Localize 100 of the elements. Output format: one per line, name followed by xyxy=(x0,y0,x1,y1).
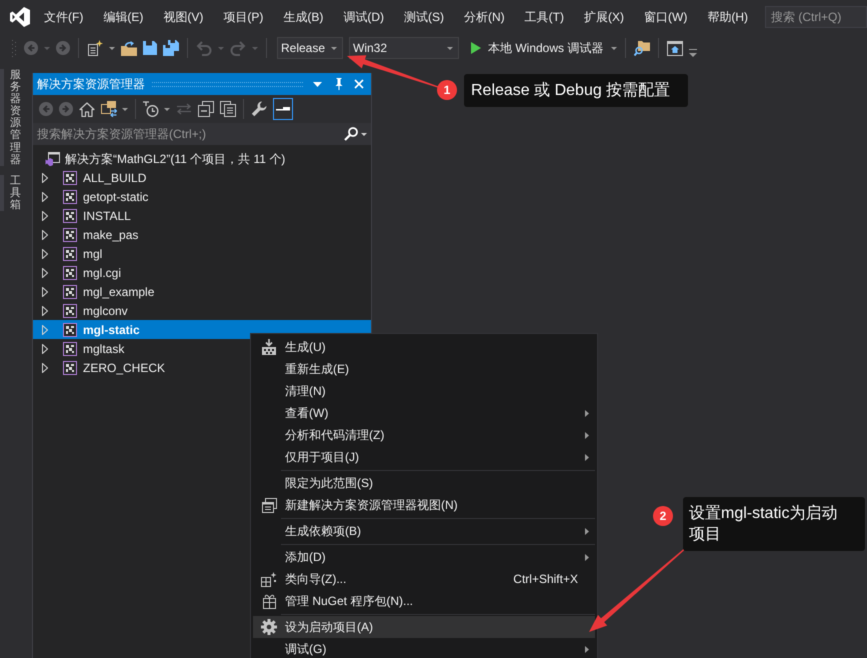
configuration-dropdown[interactable]: Release xyxy=(277,37,343,59)
project-icon xyxy=(63,228,77,242)
caret-icon xyxy=(361,132,367,136)
preview-toggle-icon[interactable] xyxy=(273,98,293,120)
caret-icon[interactable] xyxy=(109,46,115,50)
menu-item[interactable]: 重新生成(E) xyxy=(253,358,595,380)
menu-item[interactable]: 设为启动项目(A) xyxy=(253,616,595,638)
tree-item[interactable]: mglconv xyxy=(33,301,371,320)
menu-item[interactable]: 限定为此范围(S) xyxy=(253,472,595,494)
switch-views-icon[interactable] xyxy=(101,101,117,117)
clock-icon[interactable] xyxy=(143,101,159,117)
tree-item[interactable]: getopt-static xyxy=(33,187,371,206)
menu-item[interactable]: 生成(U) xyxy=(253,336,595,358)
wrench-icon[interactable] xyxy=(251,101,267,117)
menu-item[interactable]: 新建解决方案资源管理器视图(N) xyxy=(253,494,595,516)
expand-arrow-icon[interactable] xyxy=(42,306,48,316)
project-icon xyxy=(63,266,77,280)
tree-item[interactable]: ALL_BUILD xyxy=(33,168,371,187)
tree-item[interactable]: mgl xyxy=(33,244,371,263)
caret-icon xyxy=(611,46,618,50)
search-field[interactable]: 搜索解决方案资源管理器(Ctrl+;) xyxy=(33,123,342,145)
menu-item[interactable]: 生成(B) xyxy=(273,4,334,28)
project-icon xyxy=(63,246,77,260)
folder-search-icon[interactable] xyxy=(634,40,650,56)
menu-item[interactable]: 仅用于项目(J) xyxy=(253,446,595,468)
grid-sparkle-icon xyxy=(261,572,277,586)
step-number: 1 xyxy=(437,80,457,100)
menu-item[interactable]: 测试(S) xyxy=(394,4,454,28)
side-tab[interactable]: 工具箱 xyxy=(0,174,21,212)
menu-item[interactable]: 调试(D) xyxy=(333,4,394,28)
expand-arrow-icon[interactable] xyxy=(42,172,48,182)
menu-item[interactable]: 查看(W) xyxy=(253,402,595,424)
menu-item[interactable]: 调试(G) xyxy=(253,638,595,658)
project-icon xyxy=(63,342,77,356)
platform-dropdown[interactable]: Win32 xyxy=(349,37,459,59)
play-icon xyxy=(471,42,481,54)
tree-item[interactable]: 解决方案“MathGL2”(11 个项目，共 11 个) xyxy=(33,149,371,168)
menu-item[interactable]: 帮助(H) xyxy=(697,4,758,28)
project-icon xyxy=(63,284,77,298)
start-debugging-button[interactable]: 本地 Windows 调试器 xyxy=(465,37,618,59)
documents-icon[interactable] xyxy=(220,101,236,117)
project-icon xyxy=(63,304,77,318)
expand-arrow-icon[interactable] xyxy=(42,192,48,202)
collapse-all-icon[interactable] xyxy=(198,101,214,117)
menu-item[interactable]: 工具(T) xyxy=(514,4,574,28)
menu-item[interactable]: 文件(F) xyxy=(34,4,94,28)
close-icon[interactable] xyxy=(354,79,364,89)
expand-arrow-icon[interactable] xyxy=(42,268,48,278)
expand-arrow-icon[interactable] xyxy=(42,362,48,372)
window-icon[interactable] xyxy=(667,40,684,56)
menu-item[interactable]: 扩展(X) xyxy=(574,4,634,28)
app-logo-icon xyxy=(10,6,30,26)
project-icon xyxy=(63,190,77,204)
menu-item[interactable]: 类向导(Z)... Ctrl+Shift+X xyxy=(253,568,595,590)
caret-icon xyxy=(331,46,337,50)
project-icon xyxy=(63,170,77,184)
search-icon xyxy=(344,127,358,141)
panel-title: 解决方案资源管理器 xyxy=(37,76,145,93)
project-icon xyxy=(63,322,77,336)
step-number: 2 xyxy=(653,506,673,526)
folder-arrow-icon[interactable] xyxy=(121,40,137,56)
side-tab[interactable]: 服务器资源管理器 xyxy=(0,69,21,166)
expand-arrow-icon[interactable] xyxy=(42,286,48,296)
solution-icon xyxy=(45,152,60,166)
menu-item[interactable]: 编辑(E) xyxy=(93,4,154,28)
search-field[interactable]: 搜索 (Ctrl+Q) xyxy=(765,6,867,28)
caret-icon[interactable] xyxy=(164,108,170,110)
expand-arrow-icon[interactable] xyxy=(42,230,48,240)
pin-icon[interactable] xyxy=(334,78,344,90)
expand-arrow-icon[interactable] xyxy=(42,344,48,354)
menu-item[interactable]: 添加(D) xyxy=(253,546,595,568)
menu-item[interactable]: 分析(N) xyxy=(454,4,515,28)
dropdown-caret-icon[interactable] xyxy=(313,82,322,86)
gift-box-icon xyxy=(262,593,276,609)
menu-item[interactable]: 清理(N) xyxy=(253,380,595,402)
tree-item[interactable]: mgl_example xyxy=(33,282,371,301)
menu-item[interactable]: 管理 NuGet 程序包(N)... xyxy=(253,590,595,612)
menu-item[interactable]: 视图(V) xyxy=(153,4,214,28)
build-icon xyxy=(261,339,277,355)
menu-item[interactable]: 生成依赖项(B) xyxy=(253,520,595,542)
annotation-note: Release 或 Debug 按需配置 xyxy=(464,74,688,107)
expand-arrow-icon[interactable] xyxy=(42,248,48,258)
project-icon xyxy=(63,208,77,222)
tree-item[interactable]: mgl.cgi xyxy=(33,263,371,282)
menu-item[interactable]: 项目(P) xyxy=(213,4,274,28)
search-options-button[interactable] xyxy=(342,123,371,145)
tree-item[interactable]: INSTALL xyxy=(33,206,371,225)
caret-icon[interactable] xyxy=(122,108,128,110)
windows-icon xyxy=(262,498,276,512)
project-icon xyxy=(63,360,77,374)
overflow-icon[interactable] xyxy=(689,49,698,57)
tree-item[interactable]: make_pas xyxy=(33,225,371,244)
expand-arrow-icon[interactable] xyxy=(42,210,48,220)
save-all-icon[interactable] xyxy=(163,40,179,56)
home-icon[interactable] xyxy=(79,102,95,116)
save-icon[interactable] xyxy=(143,41,157,55)
menu-item[interactable]: 分析和代码清理(Z) xyxy=(253,424,595,446)
menu-item[interactable]: 窗口(W) xyxy=(634,4,698,28)
gear-icon xyxy=(261,619,277,635)
new-document-icon[interactable] xyxy=(87,40,103,56)
